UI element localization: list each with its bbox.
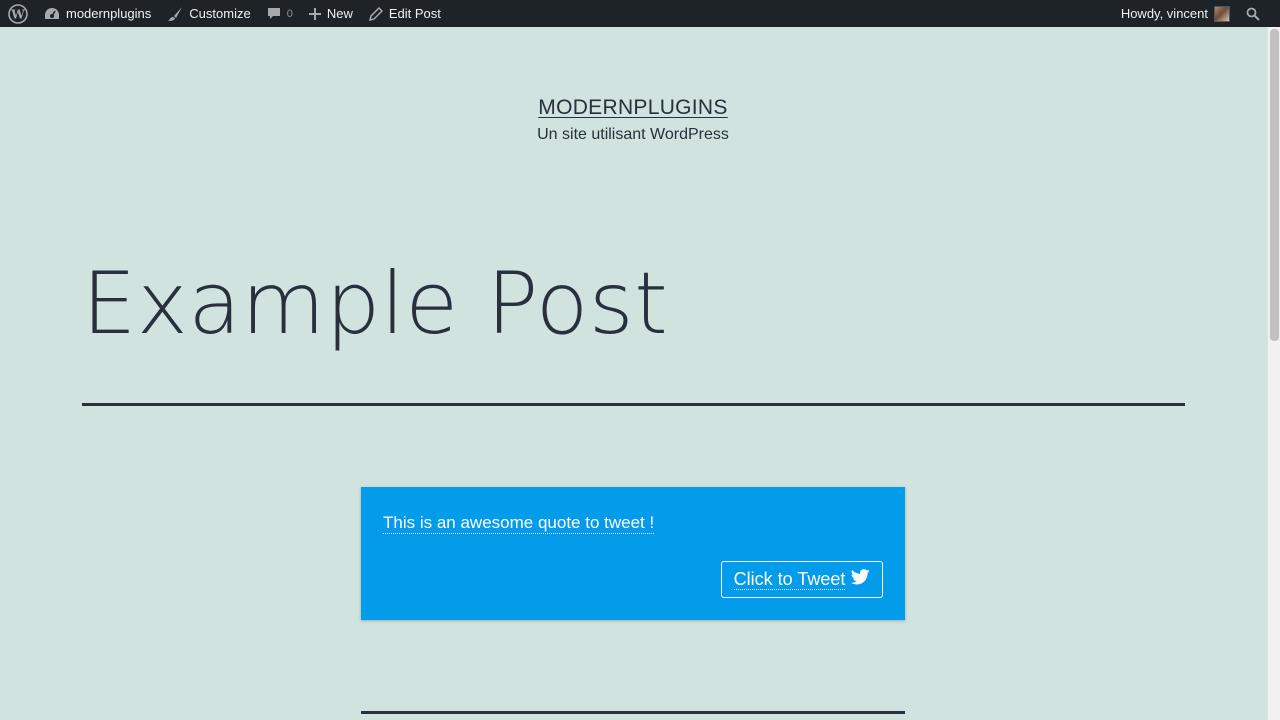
admin-bar: W modernplugins Customize 0 New Edit Pos… bbox=[0, 0, 1280, 27]
site-name-label: modernplugins bbox=[66, 6, 152, 21]
twitter-bird-icon bbox=[851, 569, 871, 590]
customize-label: Customize bbox=[189, 6, 251, 21]
greeting-label: Howdy, vincent bbox=[1120, 6, 1208, 21]
new-label: New bbox=[326, 6, 353, 21]
post-title: Example Post bbox=[82, 254, 669, 354]
content-separator bbox=[361, 711, 905, 714]
avatar bbox=[1214, 5, 1230, 22]
comment-icon bbox=[267, 7, 281, 21]
click-to-tweet-box: This is an awesome quote to tweet ! Clic… bbox=[361, 487, 905, 620]
svg-text:W: W bbox=[10, 7, 25, 21]
click-to-tweet-label: Click to Tweet bbox=[733, 569, 846, 590]
comments-link[interactable]: 0 bbox=[259, 0, 301, 27]
edit-post-label: Edit Post bbox=[388, 6, 441, 21]
tweet-quote-link[interactable]: This is an awesome quote to tweet ! bbox=[383, 512, 655, 534]
plus-icon bbox=[308, 7, 321, 20]
title-separator bbox=[82, 403, 1185, 406]
search-icon bbox=[1246, 7, 1260, 21]
my-account-menu[interactable]: Howdy, vincent bbox=[1113, 0, 1238, 27]
wordpress-logo-icon: W bbox=[8, 3, 28, 24]
comments-count: 0 bbox=[286, 7, 293, 20]
customize-link[interactable]: Customize bbox=[159, 0, 258, 27]
admin-search-button[interactable] bbox=[1238, 0, 1280, 27]
page-scrollbar[interactable] bbox=[1267, 27, 1280, 720]
scrollbar-thumb[interactable] bbox=[1270, 29, 1279, 341]
click-to-tweet-button[interactable]: Click to Tweet bbox=[721, 561, 883, 598]
wordpress-menu[interactable]: W bbox=[0, 0, 36, 27]
site-header: MODERNPLUGINS Un site utilisant WordPres… bbox=[0, 96, 1266, 144]
pencil-icon bbox=[368, 6, 383, 21]
site-description: Un site utilisant WordPress bbox=[537, 126, 729, 143]
dashboard-icon bbox=[44, 7, 60, 21]
site-name-link[interactable]: modernplugins bbox=[36, 0, 159, 27]
edit-post-link[interactable]: Edit Post bbox=[361, 0, 449, 27]
site-title-link[interactable]: MODERNPLUGINS bbox=[538, 96, 727, 120]
brush-icon bbox=[167, 6, 183, 22]
new-content-menu[interactable]: New bbox=[301, 0, 361, 27]
